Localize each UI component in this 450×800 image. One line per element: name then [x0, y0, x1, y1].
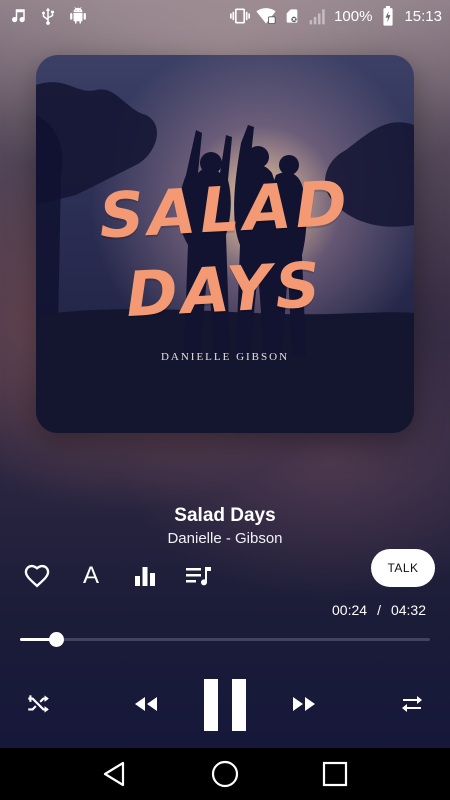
- total-time: 04:32: [390, 602, 426, 618]
- signal-icon: [308, 6, 328, 26]
- time-separator: /: [377, 602, 381, 618]
- rewind-icon[interactable]: [132, 692, 160, 716]
- track-title: Salad Days: [174, 505, 276, 526]
- time-display: 00:24 / 04:32: [332, 602, 426, 618]
- talk-button[interactable]: TALK: [371, 549, 435, 587]
- current-time: 00:24: [332, 602, 368, 618]
- recents-square-icon[interactable]: [315, 754, 355, 794]
- navigation-bar: [0, 748, 450, 800]
- equalizer-icon[interactable]: [130, 561, 160, 591]
- seek-bar-thumb[interactable]: [49, 632, 65, 647]
- album-art-artist: DANIELLE GIBSON: [160, 351, 290, 363]
- playback-controls: [0, 672, 450, 736]
- repeat-icon[interactable]: [398, 690, 426, 718]
- home-circle-icon[interactable]: [205, 754, 245, 794]
- seek-bar-track: [20, 638, 430, 641]
- android-icon: [68, 6, 88, 26]
- playlist-icon[interactable]: [184, 561, 214, 591]
- music-note-icon: [8, 6, 28, 26]
- album-art: SALAD DAYS DANIELLE GIBSON: [36, 55, 414, 433]
- font-size-button[interactable]: A: [76, 561, 106, 591]
- fast-forward-icon[interactable]: [290, 692, 318, 716]
- action-bar: A: [22, 560, 214, 592]
- heart-outline-icon[interactable]: [22, 561, 52, 591]
- wifi-icon: [256, 6, 276, 26]
- usb-icon: [38, 6, 58, 26]
- battery-percent: 100%: [334, 7, 373, 25]
- track-artist: Danielle - Gibson: [167, 530, 283, 547]
- vibrate-icon: [230, 6, 251, 26]
- battery-charging-icon: [378, 6, 398, 26]
- back-triangle-icon[interactable]: [95, 754, 135, 794]
- status-bar: 100% 15:13: [0, 0, 450, 32]
- pause-icon[interactable]: [200, 676, 250, 734]
- shuffle-icon[interactable]: [24, 690, 52, 718]
- clock: 15:13: [404, 7, 442, 25]
- seek-bar[interactable]: [20, 632, 430, 648]
- sim-icon: [282, 6, 302, 26]
